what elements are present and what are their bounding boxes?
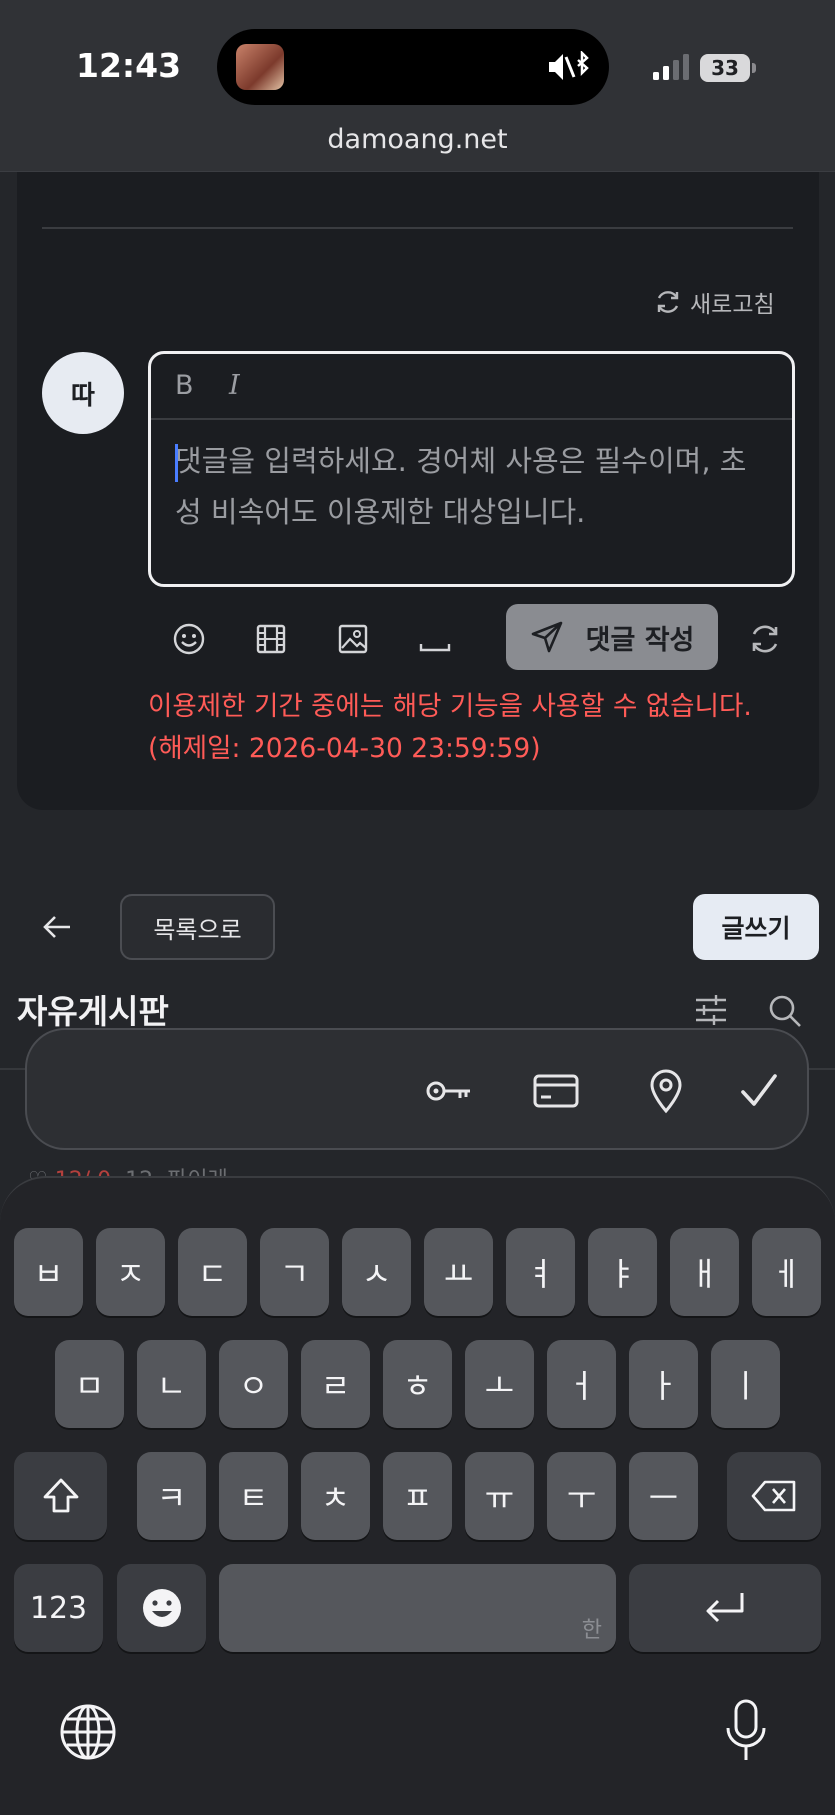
key-3-7[interactable]: ㅡ xyxy=(629,1452,698,1540)
return-icon xyxy=(706,1593,744,1623)
shift-icon xyxy=(43,1478,78,1513)
restriction-notice: 이용제한 기간 중에는 해당 기능을 사용할 수 없습니다. (해제일: 202… xyxy=(148,686,808,770)
write-post-button[interactable]: 글쓰기 xyxy=(693,894,819,960)
send-icon xyxy=(531,621,562,653)
bold-button[interactable]: B xyxy=(175,370,194,401)
key-2-3[interactable]: ㅇ xyxy=(219,1340,288,1428)
refresh-button[interactable]: 새로고침 xyxy=(654,285,775,319)
emoji-icon xyxy=(142,1589,181,1627)
key-1-5[interactable]: ㅅ xyxy=(342,1228,411,1316)
emoji-key[interactable] xyxy=(117,1564,206,1652)
space-key[interactable]: 한 xyxy=(219,1564,616,1652)
italic-button[interactable]: I xyxy=(229,370,240,401)
key-1-9[interactable]: ㅐ xyxy=(670,1228,739,1316)
backspace-key[interactable] xyxy=(727,1452,821,1540)
key-3-6[interactable]: ㅜ xyxy=(547,1452,616,1540)
refresh-label: 새로고침 xyxy=(690,292,775,318)
video-icon[interactable] xyxy=(254,622,288,656)
comment-editor[interactable]: B I 댓글을 입력하세요. 경어체 사용은 필수이며, 초성 비속어도 이용제… xyxy=(148,351,795,587)
key-2-4[interactable]: ㄹ xyxy=(301,1340,370,1428)
back-arrow-icon[interactable] xyxy=(40,912,74,942)
now-playing-artwork xyxy=(236,44,284,90)
key-2-1[interactable]: ㅁ xyxy=(55,1340,124,1428)
key-3-1[interactable]: ㅋ xyxy=(137,1452,206,1540)
backspace-icon xyxy=(751,1480,796,1512)
refresh-icon[interactable] xyxy=(748,622,782,656)
battery-tip xyxy=(752,63,756,73)
speaker-muted-bluetooth-icon xyxy=(549,51,589,80)
emoji-icon[interactable] xyxy=(172,622,206,656)
card-icon[interactable] xyxy=(533,1068,579,1114)
key-2-5[interactable]: ㅎ xyxy=(383,1340,452,1428)
restriction-until: (해제일: 2026-04-30 23:59:59) xyxy=(148,733,541,764)
restriction-message: 이용제한 기간 중에는 해당 기능을 사용할 수 없습니다. xyxy=(148,691,752,722)
comment-input[interactable]: 댓글을 입력하세요. 경어체 사용은 필수이며, 초성 비속어도 이용제한 대상… xyxy=(175,436,765,538)
image-icon[interactable] xyxy=(336,622,370,656)
return-key[interactable] xyxy=(629,1564,821,1652)
battery-level: 33 xyxy=(700,54,750,82)
board-title: 자유게시판 xyxy=(17,992,169,1031)
space-key-language-hint: 한 xyxy=(581,1618,602,1643)
key-2-2[interactable]: ㄴ xyxy=(137,1340,206,1428)
numbers-key[interactable]: 123 xyxy=(14,1564,103,1652)
key-1-4[interactable]: ㄱ xyxy=(260,1228,329,1316)
microphone-icon[interactable] xyxy=(722,1698,770,1764)
divider xyxy=(42,227,793,229)
globe-icon[interactable] xyxy=(58,1702,118,1762)
key-1-7[interactable]: ㅕ xyxy=(506,1228,575,1316)
refresh-icon xyxy=(657,291,679,313)
url-bar[interactable]: damoang.net xyxy=(0,124,835,155)
submit-comment-label: 댓글 작성 xyxy=(585,624,695,656)
key-3-4[interactable]: ㅍ xyxy=(383,1452,452,1540)
key-1-3[interactable]: ㄷ xyxy=(178,1228,247,1316)
key-2-7[interactable]: ㅓ xyxy=(547,1340,616,1428)
editor-toolbar: B I xyxy=(151,354,792,420)
search-icon[interactable] xyxy=(768,994,802,1028)
key-2-8[interactable]: ㅏ xyxy=(629,1340,698,1428)
location-pin-icon[interactable] xyxy=(649,1068,683,1114)
avatar: 따 xyxy=(42,352,124,434)
key-1-2[interactable]: ㅈ xyxy=(96,1228,165,1316)
key-1-6[interactable]: ㅛ xyxy=(424,1228,493,1316)
key-3-2[interactable]: ㅌ xyxy=(219,1452,288,1540)
checkmark-icon[interactable] xyxy=(739,1068,779,1114)
key-icon[interactable] xyxy=(424,1068,474,1114)
key-1-10[interactable]: ㅔ xyxy=(752,1228,821,1316)
space-icon[interactable] xyxy=(418,622,452,656)
autofill-bar xyxy=(25,1028,809,1150)
submit-comment-button[interactable]: 댓글 작성 xyxy=(506,604,718,670)
key-1-8[interactable]: ㅑ xyxy=(588,1228,657,1316)
shift-key[interactable] xyxy=(14,1452,107,1540)
key-3-3[interactable]: ㅊ xyxy=(301,1452,370,1540)
cellular-signal-icon xyxy=(653,54,689,80)
key-3-5[interactable]: ㅠ xyxy=(465,1452,534,1540)
status-time: 12:43 xyxy=(76,46,182,85)
comment-tools: 댓글 작성 xyxy=(160,604,780,670)
filter-icon[interactable] xyxy=(694,994,728,1026)
dynamic-island[interactable] xyxy=(217,29,609,105)
battery-icon: 33 xyxy=(700,54,760,82)
back-to-list-button[interactable]: 목록으로 xyxy=(120,894,275,960)
key-2-6[interactable]: ㅗ xyxy=(465,1340,534,1428)
key-2-9[interactable]: ㅣ xyxy=(711,1340,780,1428)
key-1-1[interactable]: ㅂ xyxy=(14,1228,83,1316)
text-caret xyxy=(175,444,178,482)
